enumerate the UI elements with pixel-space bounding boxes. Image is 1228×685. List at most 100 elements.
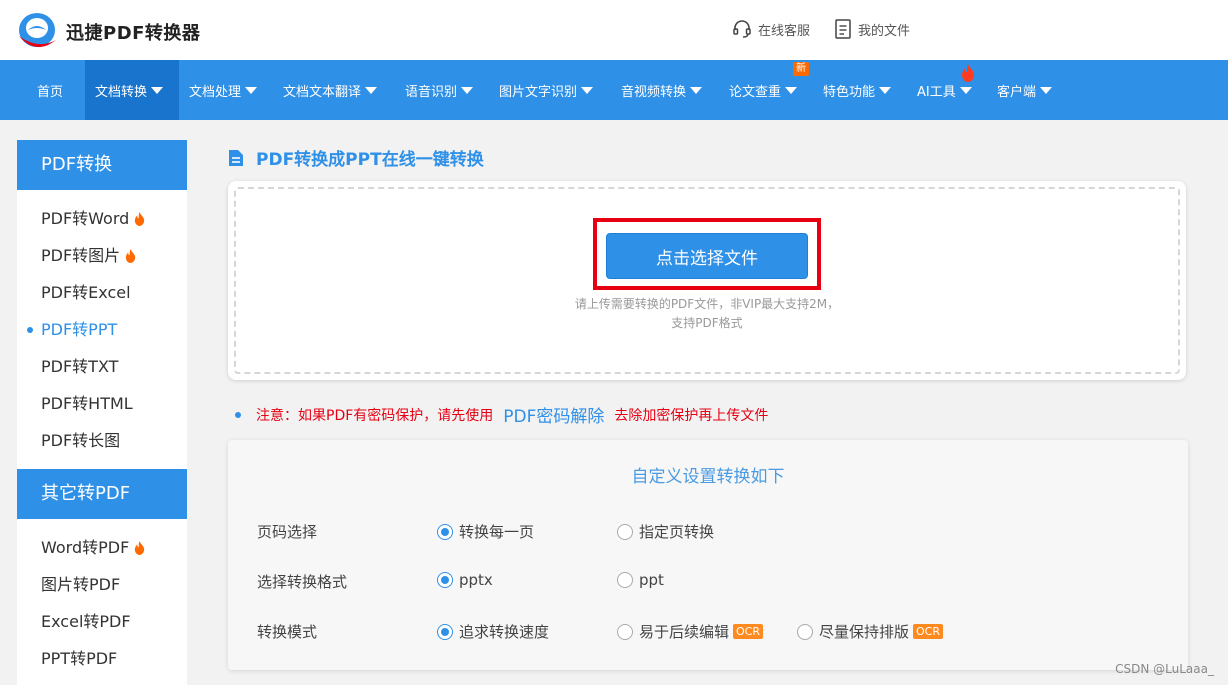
online-service-link[interactable]: 在线客服 — [732, 19, 810, 39]
chevron-down-icon — [581, 86, 594, 94]
radio-unchecked-icon[interactable] — [617, 623, 633, 640]
sidebar-item-label: Excel转PDF — [41, 612, 131, 631]
sidebar-item-pdf-to-ppt[interactable]: PDF转PPT — [17, 311, 187, 348]
nav-label: 文档文本翻译 — [283, 84, 362, 100]
option-convert-every-page[interactable]: 转换每一页 — [437, 521, 534, 542]
sidebar-item-pdf-to-txt[interactable]: PDF转TXT — [17, 348, 187, 385]
nav-label: 文档处理 — [189, 84, 242, 100]
chevron-down-icon — [245, 86, 258, 94]
nav-client[interactable]: 客户端 — [997, 60, 1053, 120]
notice-prefix: 注意：如果PDF有密码保护，请先使用 — [256, 407, 494, 424]
chevron-down-icon — [879, 86, 892, 94]
brand-name[interactable]: 迅捷PDF转换器 — [66, 19, 200, 45]
fire-icon — [126, 248, 136, 263]
top-header: 迅捷PDF转换器 在线客服 我的文件 — [0, 0, 1228, 60]
option-ppt[interactable]: ppt — [617, 571, 664, 589]
new-badge: 新 — [793, 62, 809, 76]
nav-plagiarism[interactable]: 新 论文查重 — [729, 60, 809, 120]
sidebar-item-pdf-to-long-image[interactable]: PDF转长图 — [17, 422, 187, 459]
upload-dropzone[interactable]: 点击选择文件 请上传需要转换的PDF文件，非VIP最大支持2M， 支持PDF格式 — [228, 181, 1186, 380]
sidebar: PDF转换 PDF转Word PDF转图片 PDF转Excel PDF转PPT … — [17, 140, 187, 685]
upload-hint-line2: 支持PDF格式 — [671, 316, 743, 330]
nav-label: 客户端 — [997, 84, 1037, 100]
ocr-badge: OCR — [733, 624, 763, 639]
choose-file-button[interactable]: 点击选择文件 — [606, 233, 808, 279]
sidebar-item-label: PDF转PPT — [41, 320, 118, 339]
radio-checked-icon[interactable] — [437, 523, 453, 540]
option-label: 转换每一页 — [459, 523, 535, 541]
nav-home[interactable]: 首页 — [37, 60, 63, 120]
nav-label: AI工具 — [917, 84, 956, 100]
settings-panel: 自定义设置转换如下 页码选择 转换每一页 指定页转换 选择转换格式 pptx p… — [228, 440, 1188, 670]
nav-features[interactable]: 特色功能 — [823, 60, 892, 120]
sidebar-item-label: PDF转图片 — [41, 246, 121, 265]
brand-logo-icon[interactable] — [16, 10, 58, 50]
my-files-link[interactable]: 我的文件 — [834, 19, 910, 39]
sidebar-item-pdf-to-html[interactable]: PDF转HTML — [17, 385, 187, 422]
sidebar-section-other-to-pdf[interactable]: 其它转PDF — [17, 469, 187, 519]
option-pptx[interactable]: pptx — [437, 571, 493, 589]
fire-icon — [962, 64, 974, 82]
sidebar-item-label: 图片转PDF — [41, 575, 121, 594]
settings-title: 自定义设置转换如下 — [631, 467, 785, 487]
sidebar-section-pdf-convert[interactable]: PDF转换 — [17, 140, 187, 190]
radio-checked-icon[interactable] — [437, 623, 453, 640]
my-files-label: 我的文件 — [858, 23, 911, 39]
option-label: 追求转换速度 — [459, 623, 550, 641]
option-label: pptx — [459, 571, 493, 589]
document-icon — [835, 19, 851, 39]
option-speed[interactable]: 追求转换速度 — [437, 621, 549, 642]
sidebar-item-image-to-pdf[interactable]: 图片转PDF — [17, 566, 187, 603]
option-label: 易于后续编辑 — [639, 623, 730, 641]
option-editable[interactable]: 易于后续编辑 OCR — [617, 621, 763, 642]
nav-ocr[interactable]: 图片文字识别 — [499, 60, 594, 120]
option-label: 指定页转换 — [639, 523, 715, 541]
nav-doc-convert[interactable]: 文档转换 — [85, 60, 179, 120]
nav-av-convert[interactable]: 音视频转换 — [621, 60, 703, 120]
chevron-down-icon — [151, 86, 164, 94]
radio-unchecked-icon[interactable] — [617, 523, 633, 540]
chevron-down-icon — [959, 86, 972, 94]
nav-label: 特色功能 — [823, 84, 876, 100]
nav-label: 图片文字识别 — [499, 84, 578, 100]
notice-suffix: 去除加密保护再上传文件 — [614, 407, 769, 424]
nav-label: 论文查重 — [729, 84, 782, 100]
sidebar-item-pdf-to-image[interactable]: PDF转图片 — [17, 237, 187, 274]
option-label: ppt — [639, 571, 664, 589]
sidebar-item-ppt-to-pdf[interactable]: PPT转PDF — [17, 640, 187, 677]
nav-doc-process[interactable]: 文档处理 — [189, 60, 258, 120]
upload-hint-line1: 请上传需要转换的PDF文件，非VIP最大支持2M， — [574, 297, 840, 311]
sidebar-item-label: Word转PDF — [41, 538, 130, 557]
pdf-unlock-link[interactable]: PDF密码解除 — [503, 402, 604, 427]
sidebar-item-pdf-to-word[interactable]: PDF转Word — [17, 200, 187, 237]
page-selection-label: 页码选择 — [257, 523, 318, 541]
chevron-down-icon — [1040, 86, 1053, 94]
page-title: PDF转换成PPT在线一键转换 — [228, 145, 484, 170]
bullet-dot — [235, 411, 241, 418]
radio-unchecked-icon[interactable] — [797, 623, 813, 640]
radio-unchecked-icon[interactable] — [617, 572, 633, 588]
document-icon — [229, 149, 243, 166]
sidebar-item-pdf-to-excel[interactable]: PDF转Excel — [17, 274, 187, 311]
nav-label: 语音识别 — [405, 84, 458, 100]
sidebar-item-excel-to-pdf[interactable]: Excel转PDF — [17, 603, 187, 640]
chevron-down-icon — [785, 86, 798, 94]
nav-ai-tools[interactable]: AI工具 — [917, 60, 974, 120]
sidebar-item-label: PDF转长图 — [41, 431, 121, 450]
nav-speech[interactable]: 语音识别 — [405, 60, 474, 120]
sidebar-item-label: PDF转TXT — [41, 357, 119, 376]
watermark: CSDN @LuLaaa_ — [1115, 662, 1214, 676]
sidebar-item-word-to-pdf[interactable]: Word转PDF — [17, 529, 187, 566]
nav-translate[interactable]: 文档文本翻译 — [283, 60, 378, 120]
fire-icon — [135, 540, 145, 555]
option-keep-layout[interactable]: 尽量保持排版 OCR — [797, 621, 943, 642]
password-notice: 注意：如果PDF有密码保护，请先使用 PDF密码解除 去除加密保护再上传文件 — [235, 402, 768, 427]
convert-mode-label: 转换模式 — [257, 623, 318, 641]
option-label: 尽量保持排版 — [819, 623, 910, 641]
main-nav: 首页 文档转换 文档处理 文档文本翻译 语音识别 图片文字识别 音视频转换 新 … — [0, 60, 1228, 120]
radio-checked-icon[interactable] — [437, 572, 453, 588]
option-specified-pages[interactable]: 指定页转换 — [617, 521, 714, 542]
online-service-label: 在线客服 — [758, 23, 811, 39]
fire-icon — [135, 211, 145, 226]
chevron-down-icon — [461, 86, 474, 94]
